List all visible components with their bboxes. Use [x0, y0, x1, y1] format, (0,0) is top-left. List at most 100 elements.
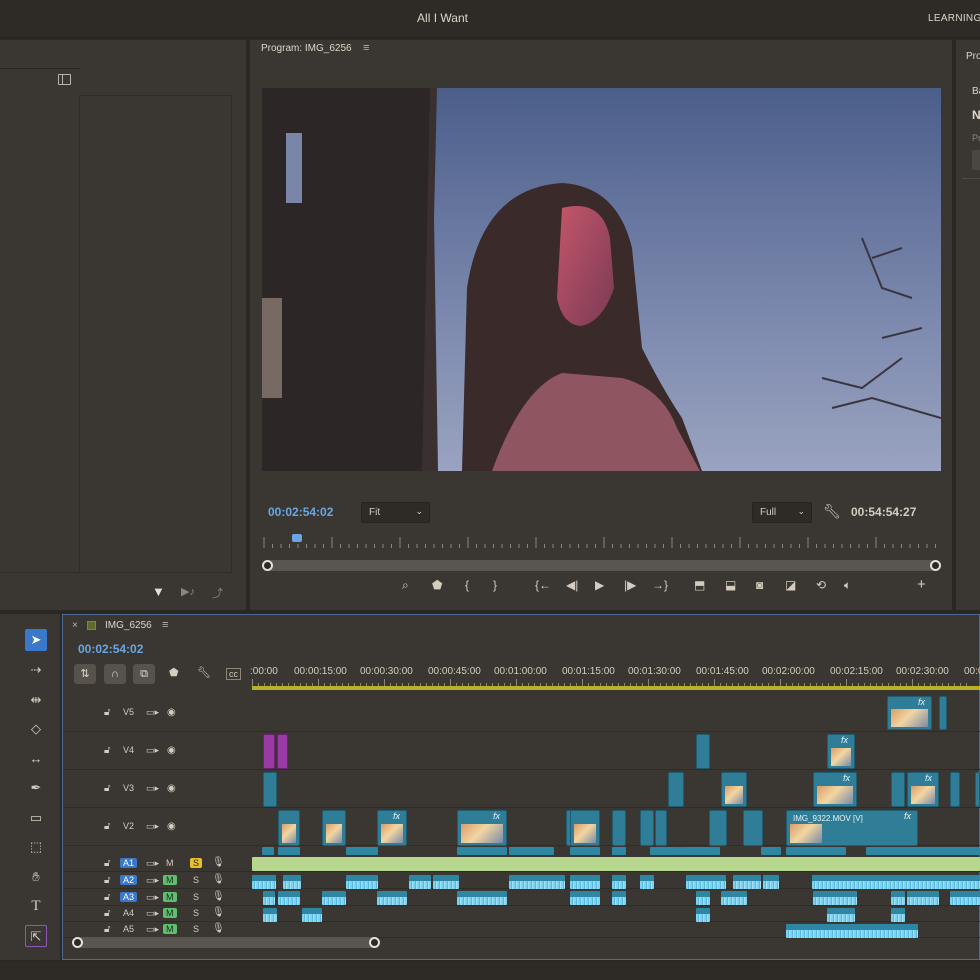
captions-icon[interactable]: cc: [226, 668, 241, 680]
audio-clip[interactable]: [570, 847, 600, 855]
audio-clip[interactable]: [891, 891, 905, 905]
track-name[interactable]: V5: [123, 707, 134, 717]
solo-button[interactable]: S: [193, 908, 199, 918]
audio-clip[interactable]: [433, 875, 459, 889]
video-clip[interactable]: fx: [827, 734, 855, 769]
video-clip[interactable]: [939, 696, 947, 730]
camera-icon[interactable]: ▭▸: [146, 892, 159, 903]
video-clip[interactable]: [263, 772, 277, 807]
zoom-scroll-bar[interactable]: [266, 560, 936, 571]
audio-clip[interactable]: [612, 847, 626, 855]
video-clip[interactable]: fx: [377, 810, 407, 846]
audio-clip[interactable]: [509, 847, 554, 855]
eye-icon[interactable]: ◉: [167, 821, 176, 832]
audio-clip[interactable]: [721, 891, 747, 905]
video-clip[interactable]: [721, 772, 747, 807]
microphone-icon[interactable]: 🎙︎: [212, 907, 225, 918]
lock-icon[interactable]: 🔓︎: [104, 745, 110, 756]
video-clip[interactable]: [668, 772, 684, 807]
playback-resolution-dropdown[interactable]: Full ⌄: [752, 502, 812, 523]
sequence-tab[interactable]: IMG_6256: [105, 620, 152, 631]
audio-clip[interactable]: [252, 875, 276, 889]
properties-panel-title[interactable]: Pro: [966, 51, 980, 62]
track-name[interactable]: V3: [123, 783, 134, 793]
eye-icon[interactable]: ◉: [167, 745, 176, 756]
audio-clip[interactable]: [696, 891, 710, 905]
generative-extend-tool-icon[interactable]: ⇱: [25, 925, 47, 947]
audio-clip[interactable]: [686, 875, 726, 889]
track-name[interactable]: A3: [120, 892, 138, 902]
insert-icon[interactable]: ▶♪: [181, 585, 195, 598]
solo-button[interactable]: S: [193, 875, 199, 885]
audio-clip-music[interactable]: [252, 857, 980, 871]
video-clip[interactable]: [975, 772, 980, 807]
audio-clip[interactable]: [907, 891, 939, 905]
audio-clip[interactable]: [377, 891, 407, 905]
playhead-timecode[interactable]: 00:02:54:02: [268, 505, 333, 519]
extract-icon[interactable]: ⬓: [725, 578, 736, 592]
microphone-icon[interactable]: 🎙︎: [212, 891, 225, 902]
track-name[interactable]: A2: [120, 875, 138, 885]
overwrite-icon[interactable]: ⤴: [212, 585, 223, 601]
video-clip[interactable]: [640, 810, 654, 846]
audio-clip[interactable]: [570, 891, 600, 905]
video-clip[interactable]: [278, 810, 300, 846]
step-back-icon[interactable]: ◀|: [566, 578, 578, 592]
video-clip[interactable]: fx: [457, 810, 507, 846]
video-clip[interactable]: fx: [887, 696, 932, 730]
mute-button[interactable]: M: [166, 858, 174, 868]
marker-icon[interactable]: ⬟: [432, 578, 442, 592]
lock-icon[interactable]: 🔓︎: [104, 707, 110, 718]
mark-in-icon[interactable]: {: [465, 578, 469, 592]
audio-clip[interactable]: [786, 847, 846, 855]
add-button-icon[interactable]: +: [917, 576, 926, 593]
mute-button[interactable]: M: [163, 875, 177, 885]
lock-icon[interactable]: 🔓︎: [104, 821, 110, 832]
panel-toggle-icon[interactable]: [58, 74, 71, 85]
camera-icon[interactable]: ▭▸: [146, 707, 159, 718]
audio-clip[interactable]: [262, 847, 274, 855]
speaker-icon[interactable]: 🔈︎: [844, 578, 851, 593]
audio-clip[interactable]: [640, 875, 654, 889]
audio-clip[interactable]: [950, 891, 980, 905]
track-name[interactable]: V2: [123, 821, 134, 831]
video-track-area[interactable]: [250, 732, 980, 770]
audio-clip[interactable]: [680, 847, 720, 855]
video-clip[interactable]: [709, 810, 727, 846]
lock-icon[interactable]: 🔓︎: [104, 892, 110, 903]
camera-icon[interactable]: ▭▸: [146, 924, 159, 935]
razor-tool-icon[interactable]: ◇: [25, 718, 47, 740]
audio-clip[interactable]: [891, 908, 905, 922]
camera-icon[interactable]: ▭▸: [146, 875, 159, 886]
camera-icon[interactable]: ▭▸: [146, 908, 159, 919]
audio-clip[interactable]: [786, 924, 918, 938]
zoom-handle-right[interactable]: [369, 937, 380, 948]
solo-button[interactable]: S: [193, 924, 199, 934]
zoom-level-dropdown[interactable]: Fit ⌄: [361, 502, 430, 523]
audio-track-area[interactable]: [250, 906, 980, 922]
wrench-icon[interactable]: 🔧︎: [823, 503, 841, 520]
lock-icon[interactable]: 🔓︎: [104, 858, 110, 869]
workspace-tab-learning[interactable]: LEARNING: [928, 13, 980, 24]
video-track-area[interactable]: [250, 694, 980, 732]
video-clip[interactable]: [696, 734, 710, 769]
panel-menu-icon[interactable]: ≡: [162, 619, 168, 631]
camera-icon[interactable]: ▭▸: [146, 783, 159, 794]
camera-icon[interactable]: ▭▸: [146, 745, 159, 756]
playhead-marker[interactable]: [292, 534, 302, 542]
comparison-view-icon[interactable]: ◪: [785, 578, 796, 592]
camera-icon[interactable]: ▭▸: [146, 821, 159, 832]
program-monitor-title[interactable]: Program: IMG_6256: [261, 43, 352, 54]
mute-button[interactable]: M: [163, 908, 177, 918]
audio-clip[interactable]: [346, 875, 378, 889]
work-area-bar[interactable]: [252, 686, 980, 690]
play-icon[interactable]: ▶: [595, 578, 604, 592]
video-clip[interactable]: [655, 810, 667, 846]
video-clip[interactable]: [612, 810, 626, 846]
audio-clip[interactable]: [612, 875, 626, 889]
rectangle-tool-icon[interactable]: ▭: [25, 807, 47, 829]
video-clip[interactable]: [322, 810, 346, 846]
audio-clip[interactable]: [457, 891, 507, 905]
insert-sequence-as-nest-icon[interactable]: ⇅: [74, 664, 96, 684]
audio-clip[interactable]: [733, 875, 761, 889]
